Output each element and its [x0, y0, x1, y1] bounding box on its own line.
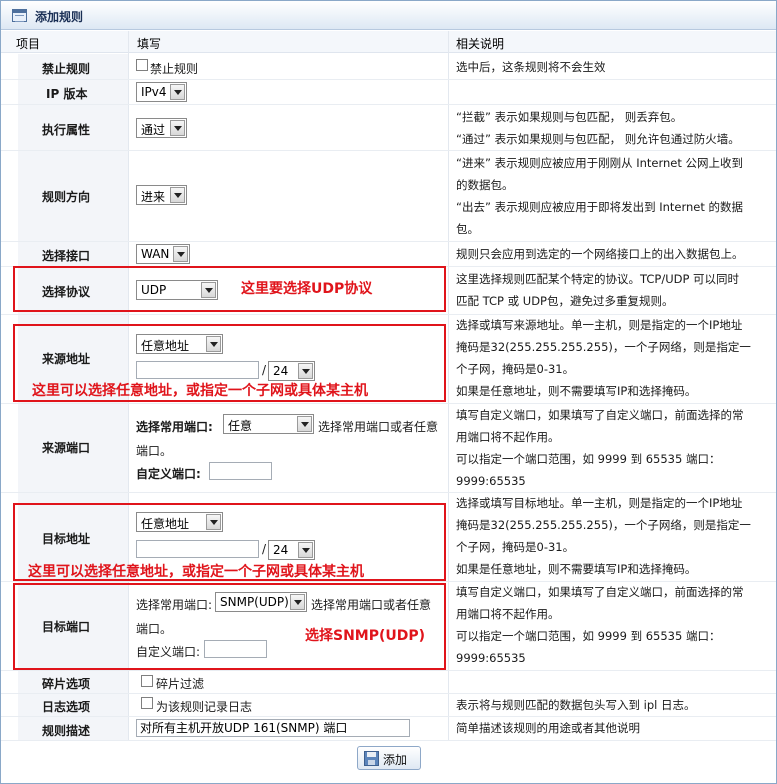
row-divider	[1, 104, 776, 105]
column-header-item: 项目	[16, 37, 41, 51]
desc-line: 用端口将不起作用。	[456, 607, 560, 621]
row-label-action: 执行属性	[42, 123, 91, 137]
source-port-hint-cont: 端口。	[136, 444, 173, 458]
row-divider	[1, 716, 776, 717]
desc-line: 9999:65535	[456, 474, 526, 488]
desc-line: 9999:65535	[456, 651, 526, 665]
desc-line: 个子网，掩码是0-31。	[456, 540, 575, 554]
desc-line: 掩码是32(255.255.255.255)，一个子网络，则是指定一	[456, 340, 751, 354]
row-label-description: 规则描述	[42, 724, 91, 738]
direction-select[interactable]: 进来	[136, 185, 187, 205]
desc-line: 填写自定义端口，如果填写了自定义端口，前面选择的常	[456, 408, 744, 422]
desc-line: 可以指定一个端口范围，如 9999 到 65535 端口：	[456, 629, 721, 643]
ip-version-value: IPv4	[141, 85, 167, 99]
row-divider	[1, 670, 776, 671]
chevron-down-icon	[170, 187, 185, 203]
source-port-hint: 选择常用端口或者任意	[318, 420, 439, 434]
desc-line: 选中后，这条规则将不会生效	[456, 60, 606, 74]
desc-line: 用端口将不起作用。	[456, 430, 560, 444]
desc-direction: “进来” 表示规则应被应用于刚刚从 Internet 公网上收到 的数据包。 “…	[456, 152, 743, 240]
action-select[interactable]: 通过	[136, 118, 187, 138]
desc-line: 个子网，掩码是0-31。	[456, 362, 575, 376]
disable-rule-checkbox-label: 禁止规则	[150, 62, 199, 76]
desc-line: 表示将与规则匹配的数据包头写入到 ipl 日志。	[456, 698, 696, 712]
highlight-box-dest	[13, 503, 446, 581]
fragment-filter-checkbox[interactable]	[141, 675, 153, 687]
desc-line: 的数据包。	[456, 178, 514, 192]
source-port-common-label: 选择常用端口:	[136, 420, 213, 434]
desc-source-port: 填写自定义端口，如果填写了自定义端口，前面选择的常 用端口将不起作用。 可以指定…	[456, 404, 744, 492]
desc-dest-port: 填写自定义端口，如果填写了自定义端口，前面选择的常 用端口将不起作用。 可以指定…	[456, 581, 744, 669]
desc-protocol: 这里选择规则匹配某个特定的协议。TCP/UDP 可以同时 匹配 TCP 或 UD…	[456, 268, 739, 312]
chevron-down-icon	[297, 416, 312, 432]
desc-action: “拦截” 表示如果规则与包匹配， 则丢弃包。 “通过” 表示如果规则与包匹配， …	[456, 106, 740, 150]
desc-line: 如果是任意地址，则不需要填写IP和选择掩码。	[456, 384, 697, 398]
chevron-down-icon	[170, 120, 185, 136]
source-port-value: 任意	[228, 419, 253, 433]
row-label-fragment: 碎片选项	[42, 677, 91, 691]
action-value: 通过	[141, 123, 166, 137]
panel-titlebar: 添加规则	[1, 1, 776, 30]
log-checkbox-label: 为该规则记录日志	[156, 700, 253, 714]
row-divider	[1, 740, 776, 741]
ip-version-select[interactable]: IPv4	[136, 82, 187, 102]
desc-line: 这里选择规则匹配某个特定的协议。TCP/UDP 可以同时	[456, 272, 740, 286]
desc-line: 规则只会应用到选定的一个网络接口上的出入数据包上。	[456, 247, 744, 261]
direction-value: 进来	[141, 190, 166, 204]
desc-line: 掩码是32(255.255.255.255)，一个子网络，则是指定一	[456, 518, 751, 532]
chevron-down-icon	[173, 246, 188, 262]
desc-line: 简单描述该规则的用途或者其他说明	[456, 721, 640, 735]
row-label-direction: 规则方向	[42, 190, 91, 204]
desc-line: “拦截” 表示如果规则与包匹配， 则丢弃包。	[456, 110, 683, 124]
desc-dest: 选择或填写目标地址。单一主机，则是指定的一个IP地址 掩码是32(255.255…	[456, 492, 751, 580]
column-header-fill: 填写	[137, 37, 162, 51]
desc-line: “通过” 表示如果规则与包匹配， 则允许包通过防火墙。	[456, 132, 740, 146]
add-button[interactable]: 添加	[357, 746, 421, 770]
column-divider	[448, 31, 449, 741]
row-label-interface: 选择接口	[42, 249, 91, 263]
disable-rule-checkbox[interactable]	[136, 59, 148, 71]
source-custom-port-label: 自定义端口:	[136, 467, 201, 481]
source-custom-port-input[interactable]	[209, 462, 272, 480]
desc-line: “出去” 表示规则应被应用于即将发出到 Internet 的数据	[456, 200, 744, 214]
fragment-filter-label: 碎片过滤	[156, 677, 205, 691]
highlight-box-protocol	[13, 266, 446, 312]
desc-line: 可以指定一个端口范围，如 9999 到 65535 端口：	[456, 452, 721, 466]
interface-select[interactable]: WAN	[136, 244, 190, 264]
desc-line: 匹配 TCP 或 UDP包，避免过多重复规则。	[456, 294, 674, 308]
desc-line: 选择或填写目标地址。单一主机，则是指定的一个IP地址	[456, 496, 743, 510]
row-divider	[1, 79, 776, 80]
table-header	[1, 31, 776, 53]
desc-line: 包。	[456, 222, 479, 236]
row-label-source-port: 来源端口	[42, 441, 91, 455]
desc-line: “进来” 表示规则应被应用于刚刚从 Internet 公网上收到	[456, 156, 744, 170]
desc-log: 表示将与规则匹配的数据包头写入到 ipl 日志。	[456, 694, 696, 716]
desc-description: 简单描述该规则的用途或者其他说明	[456, 717, 640, 739]
chevron-down-icon	[170, 84, 185, 100]
log-checkbox[interactable]	[141, 697, 153, 709]
row-label-ipversion: IP 版本	[46, 87, 88, 101]
interface-value: WAN	[141, 247, 170, 261]
column-header-desc: 相关说明	[456, 37, 505, 51]
desc-source: 选择或填写来源地址。单一主机，则是指定的一个IP地址 掩码是32(255.255…	[456, 314, 751, 402]
desc-disable: 选中后，这条规则将不会生效	[456, 56, 606, 78]
highlight-box-source	[13, 324, 446, 402]
highlight-box-dest-port	[13, 583, 446, 670]
desc-line: 如果是任意地址，则不需要填写IP和选择掩码。	[456, 562, 697, 576]
desc-line: 选择或填写来源地址。单一主机，则是指定的一个IP地址	[456, 318, 743, 332]
table-icon	[12, 9, 27, 22]
add-button-label: 添加	[383, 753, 408, 767]
row-divider	[1, 241, 776, 242]
desc-line: 填写自定义端口，如果填写了自定义端口，前面选择的常	[456, 585, 744, 599]
row-label-log: 日志选项	[42, 700, 91, 714]
desc-interface: 规则只会应用到选定的一个网络接口上的出入数据包上。	[456, 243, 744, 265]
panel-title: 添加规则	[35, 10, 84, 24]
row-divider	[1, 150, 776, 151]
row-label-disable: 禁止规则	[42, 62, 91, 76]
save-icon	[364, 751, 379, 766]
rule-description-input[interactable]: 对所有主机开放UDP 161(SNMP) 端口	[136, 719, 410, 737]
source-port-select[interactable]: 任意	[223, 414, 314, 434]
